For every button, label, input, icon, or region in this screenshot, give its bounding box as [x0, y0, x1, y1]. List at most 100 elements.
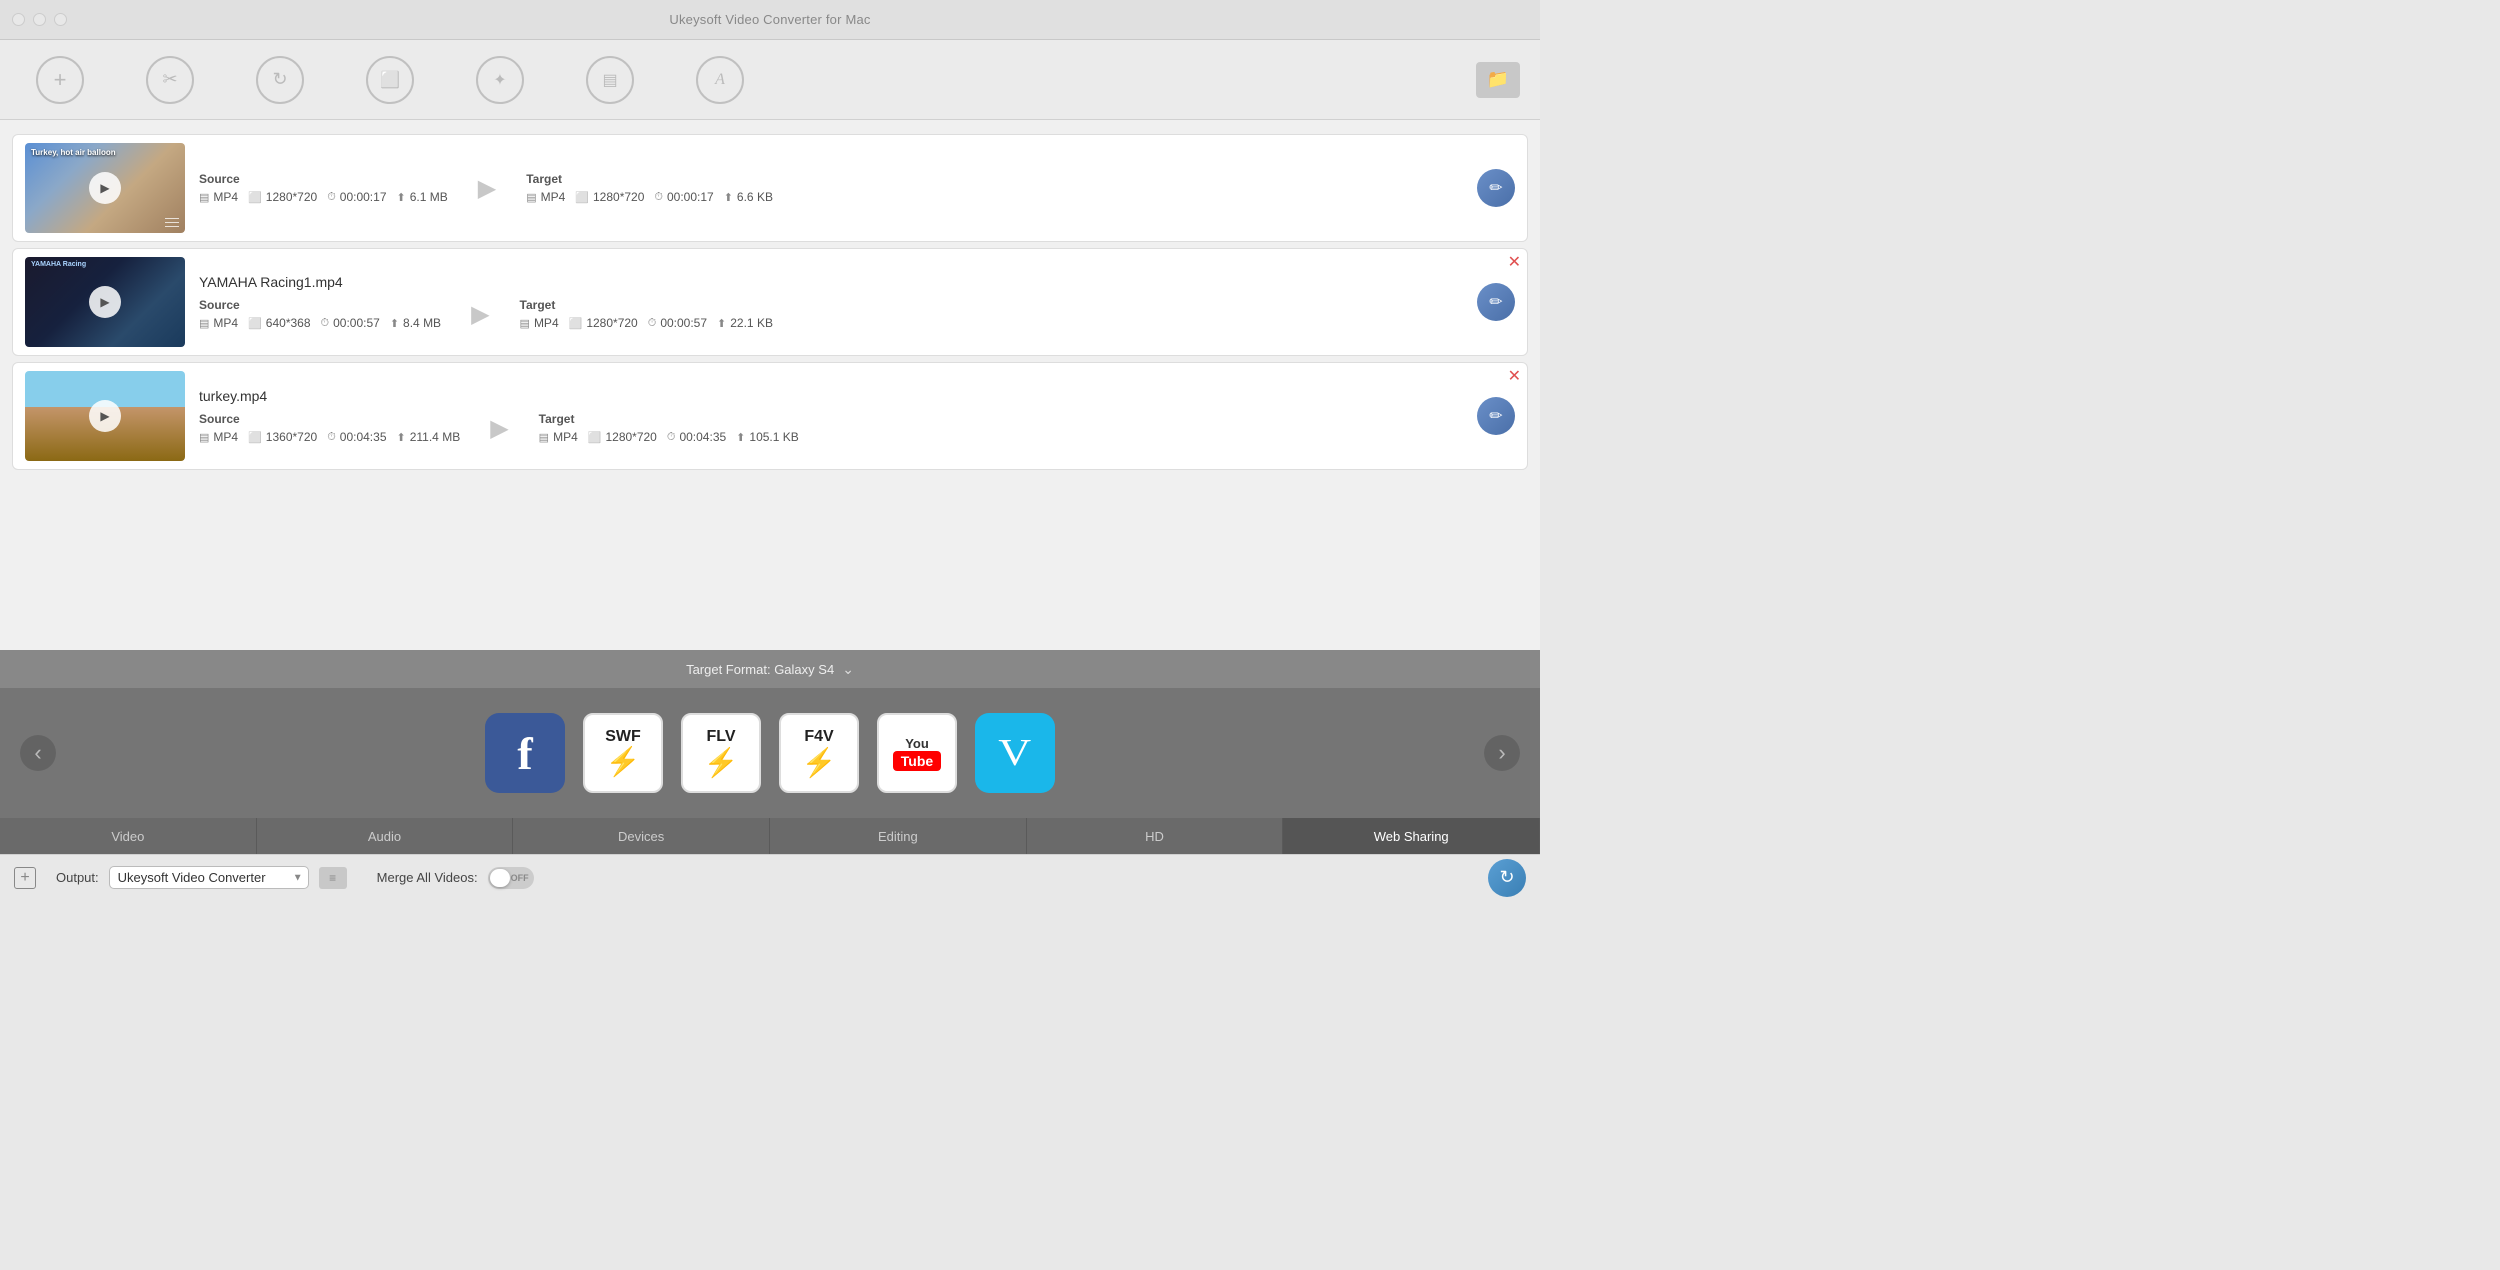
source-details-2: ▤ MP4 ⬜ 640*368 ⏱ 00:00:57 ⬆ — [199, 316, 441, 330]
edit-button-3[interactable]: ✏ — [1477, 397, 1515, 435]
cut-button[interactable]: ✂ — [130, 48, 210, 112]
source-block-3: Source ▤ MP4 ⬜ 1360*720 ⏱ 00:04:35 — [199, 412, 460, 444]
source-label-2: Source — [199, 298, 441, 312]
output-label: Output: — [56, 870, 99, 885]
target-format-1: ▤ MP4 — [526, 190, 565, 204]
convert-button[interactable]: ↻ — [240, 48, 320, 112]
folder-button[interactable]: 📁 — [1476, 62, 1520, 98]
format-prev-button[interactable]: ‹ — [20, 735, 56, 771]
bottom-bar: + Output: Ukeysoft Video Converter ▼ ≡ M… — [0, 854, 1540, 900]
tab-devices[interactable]: Devices — [513, 818, 770, 854]
arrow-section-3: ▶ — [460, 414, 538, 443]
arrow-icon-3: ▶ — [490, 414, 508, 443]
tab-bar: Video Audio Devices Editing HD Web Shari… — [0, 818, 1540, 854]
swf-flash-icon: ⚡ — [606, 745, 641, 778]
add-button[interactable]: + — [20, 48, 100, 112]
minimize-traffic-light[interactable] — [33, 13, 46, 26]
thumbnail-overlay-2: ▶ — [25, 257, 185, 347]
edit-button-2[interactable]: ✏ — [1477, 283, 1515, 321]
source-size-1: ⬆ 6.1 MB — [397, 190, 448, 204]
output-select-wrap: Ukeysoft Video Converter ▼ — [109, 866, 309, 889]
format-selection: ‹ f SWF ⚡ FLV ⚡ F4V ⚡ You Tube V › — [0, 688, 1540, 818]
duration-icon-1: ⏱ — [327, 191, 336, 204]
target-block-3: Target ▤ MP4 ⬜ 1280*720 ⏱ 00:04:35 — [539, 412, 799, 444]
play-button-1[interactable]: ▶ — [89, 172, 121, 204]
video-thumbnail-3[interactable]: ▶ — [25, 371, 185, 461]
effects-button[interactable]: ✦ — [460, 48, 540, 112]
source-label-1: Source — [199, 172, 448, 186]
tab-video[interactable]: Video — [0, 818, 257, 854]
close-button-3[interactable]: ✕ — [1508, 369, 1521, 385]
source-size-3: ⬆ 211.4 MB — [397, 430, 461, 444]
tab-web-sharing[interactable]: Web Sharing — [1283, 818, 1540, 854]
maximize-traffic-light[interactable] — [54, 13, 67, 26]
merge-toggle[interactable]: OFF — [488, 867, 534, 889]
subtitle-button[interactable]: ▤ — [570, 48, 650, 112]
source-details-1: ▤ MP4 ⬜ 1280*720 ⏱ 00:00:17 ⬆ — [199, 190, 448, 204]
tab-audio[interactable]: Audio — [257, 818, 514, 854]
video-thumbnail-2[interactable]: YAMAHA Racing ▶ — [25, 257, 185, 347]
target-duration-icon-1: ⏱ — [654, 191, 663, 204]
format-icon-1: ▤ — [199, 191, 209, 204]
target-duration-3: ⏱ 00:04:35 — [667, 430, 726, 444]
video-thumbnail-1[interactable]: Turkey, hot air balloon ▶ — [25, 143, 185, 233]
source-block-1: Source ▤ MP4 ⬜ 1280*720 ⏱ 00:00:17 — [199, 172, 448, 204]
watermark-icon: A — [696, 56, 744, 104]
output-select[interactable]: Ukeysoft Video Converter — [109, 866, 309, 889]
close-button-2[interactable]: ✕ — [1508, 255, 1521, 271]
target-size-icon-1: ⬆ — [724, 191, 733, 204]
video-list: Turkey, hot air balloon ▶ Source ▤ MP4 — [0, 120, 1540, 650]
play-button-3[interactable]: ▶ — [89, 400, 121, 432]
play-button-2[interactable]: ▶ — [89, 286, 121, 318]
flv-flash-icon: ⚡ — [704, 746, 739, 779]
source-duration-3: ⏱ 00:04:35 — [327, 430, 386, 444]
add-file-button[interactable]: + — [14, 867, 36, 889]
target-duration-1: ⏱ 00:00:17 — [654, 190, 713, 204]
source-format-3: ▤ MP4 — [199, 430, 238, 444]
output-folder-button[interactable]: ≡ — [319, 867, 347, 889]
target-format-2: ▤ MP4 — [520, 316, 559, 330]
close-traffic-light[interactable] — [12, 13, 25, 26]
thumbnail-overlay-1: ▶ — [25, 143, 185, 233]
convert-icon: ↻ — [1499, 867, 1514, 888]
tab-hd[interactable]: HD — [1027, 818, 1284, 854]
convert-icon: ↻ — [256, 56, 304, 104]
video-info-1: Source ▤ MP4 ⬜ 1280*720 ⏱ 00:00:17 — [199, 172, 1463, 204]
format-next-button[interactable]: › — [1484, 735, 1520, 771]
watermark-button[interactable]: A — [680, 48, 760, 112]
format-bar[interactable]: Target Format: Galaxy S4 ⌄ — [0, 650, 1540, 688]
video-info-2: YAMAHA Racing1.mp4 Source ▤ MP4 ⬜ 640*36… — [199, 274, 1463, 330]
source-resolution-3: ⬜ 1360*720 — [248, 430, 317, 444]
target-format-3: ▤ MP4 — [539, 430, 578, 444]
crop-button[interactable]: ⬜ — [350, 48, 430, 112]
video-item-1: Turkey, hot air balloon ▶ Source ▤ MP4 — [12, 134, 1528, 242]
source-duration-1: ⏱ 00:00:17 — [327, 190, 386, 204]
edit-button-1[interactable]: ✏ — [1477, 169, 1515, 207]
convert-button[interactable]: ↻ — [1488, 859, 1526, 897]
source-resolution-2: ⬜ 640*368 — [248, 316, 310, 330]
target-label-3: Target — [539, 412, 799, 426]
source-block-2: Source ▤ MP4 ⬜ 640*368 ⏱ 00:00:57 — [199, 298, 441, 330]
tab-editing[interactable]: Editing — [770, 818, 1027, 854]
format-swf[interactable]: SWF ⚡ — [583, 713, 663, 793]
flv-label: FLV — [706, 728, 735, 746]
merge-label: Merge All Videos: — [377, 870, 478, 885]
format-flv[interactable]: FLV ⚡ — [681, 713, 761, 793]
format-f4v[interactable]: F4V ⚡ — [779, 713, 859, 793]
edit-icon-3: ✏ — [1489, 406, 1502, 426]
vimeo-icon: V — [999, 731, 1032, 775]
format-vimeo[interactable]: V — [975, 713, 1055, 793]
arrow-section-2: ▶ — [441, 300, 519, 329]
source-size-2: ⬆ 8.4 MB — [390, 316, 441, 330]
effects-icon: ✦ — [476, 56, 524, 104]
toolbar: + ✂ ↻ ⬜ ✦ ▤ A 📁 — [0, 40, 1540, 120]
source-format-2: ▤ MP4 — [199, 316, 238, 330]
toggle-knob — [490, 869, 510, 887]
format-youtube[interactable]: You Tube — [877, 713, 957, 793]
target-resolution-1: ⬜ 1280*720 — [575, 190, 644, 204]
f4v-flash-icon: ⚡ — [802, 746, 837, 779]
format-facebook[interactable]: f — [485, 713, 565, 793]
target-size-1: ⬆ 6.6 KB — [724, 190, 773, 204]
target-label-1: Target — [526, 172, 773, 186]
format-icons-container: f SWF ⚡ FLV ⚡ F4V ⚡ You Tube V — [56, 713, 1484, 793]
